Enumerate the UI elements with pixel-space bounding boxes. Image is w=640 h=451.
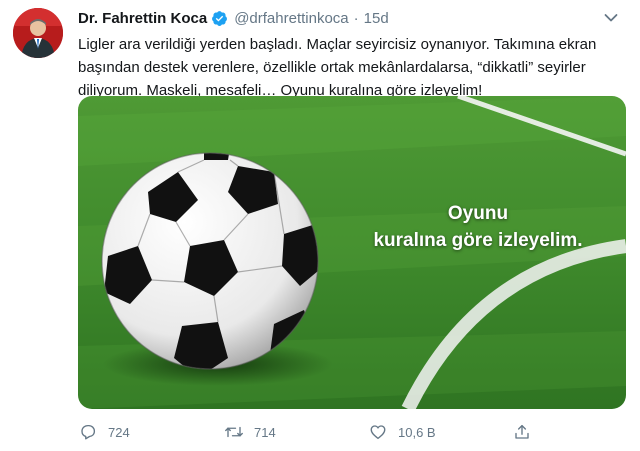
retweet-button[interactable]: 714 [224, 420, 276, 444]
media-overlay-line1: Oyunu [447, 203, 509, 224]
tweet-timestamp[interactable]: 15d [364, 10, 389, 27]
chevron-down-icon[interactable] [600, 8, 622, 28]
share-button[interactable] [512, 420, 532, 444]
tweet-actions: 724 714 10,6 B [78, 420, 626, 444]
avatar[interactable] [13, 8, 63, 58]
share-icon [512, 422, 532, 442]
tweet-text: Ligler ara verildiği yerden başladı. Maç… [78, 36, 597, 99]
media-overlay-text: Oyunu kuralına göre izleyelim. [348, 200, 608, 254]
retweet-count: 714 [254, 424, 276, 440]
header-separator: · [353, 9, 359, 27]
tweet-header: Dr. Fahrettin Koca @drfahrettinkoca · 15… [78, 7, 389, 29]
author-name[interactable]: Dr. Fahrettin Koca [78, 10, 207, 27]
author-handle[interactable]: @drfahrettinkoca [234, 10, 348, 27]
media-overlay-line2: kuralına göre izleyelim. [373, 230, 583, 251]
reply-count: 724 [108, 424, 130, 440]
reply-icon [78, 422, 98, 442]
reply-button[interactable]: 724 [78, 420, 130, 444]
tweet-media-image[interactable]: Oyunu kuralına göre izleyelim. [78, 96, 626, 409]
like-count: 10,6 B [398, 424, 436, 440]
retweet-icon [224, 422, 244, 442]
tweet: Dr. Fahrettin Koca @drfahrettinkoca · 15… [0, 0, 640, 451]
like-button[interactable]: 10,6 B [368, 420, 436, 444]
verified-badge-icon [211, 10, 228, 27]
like-icon [368, 422, 388, 442]
